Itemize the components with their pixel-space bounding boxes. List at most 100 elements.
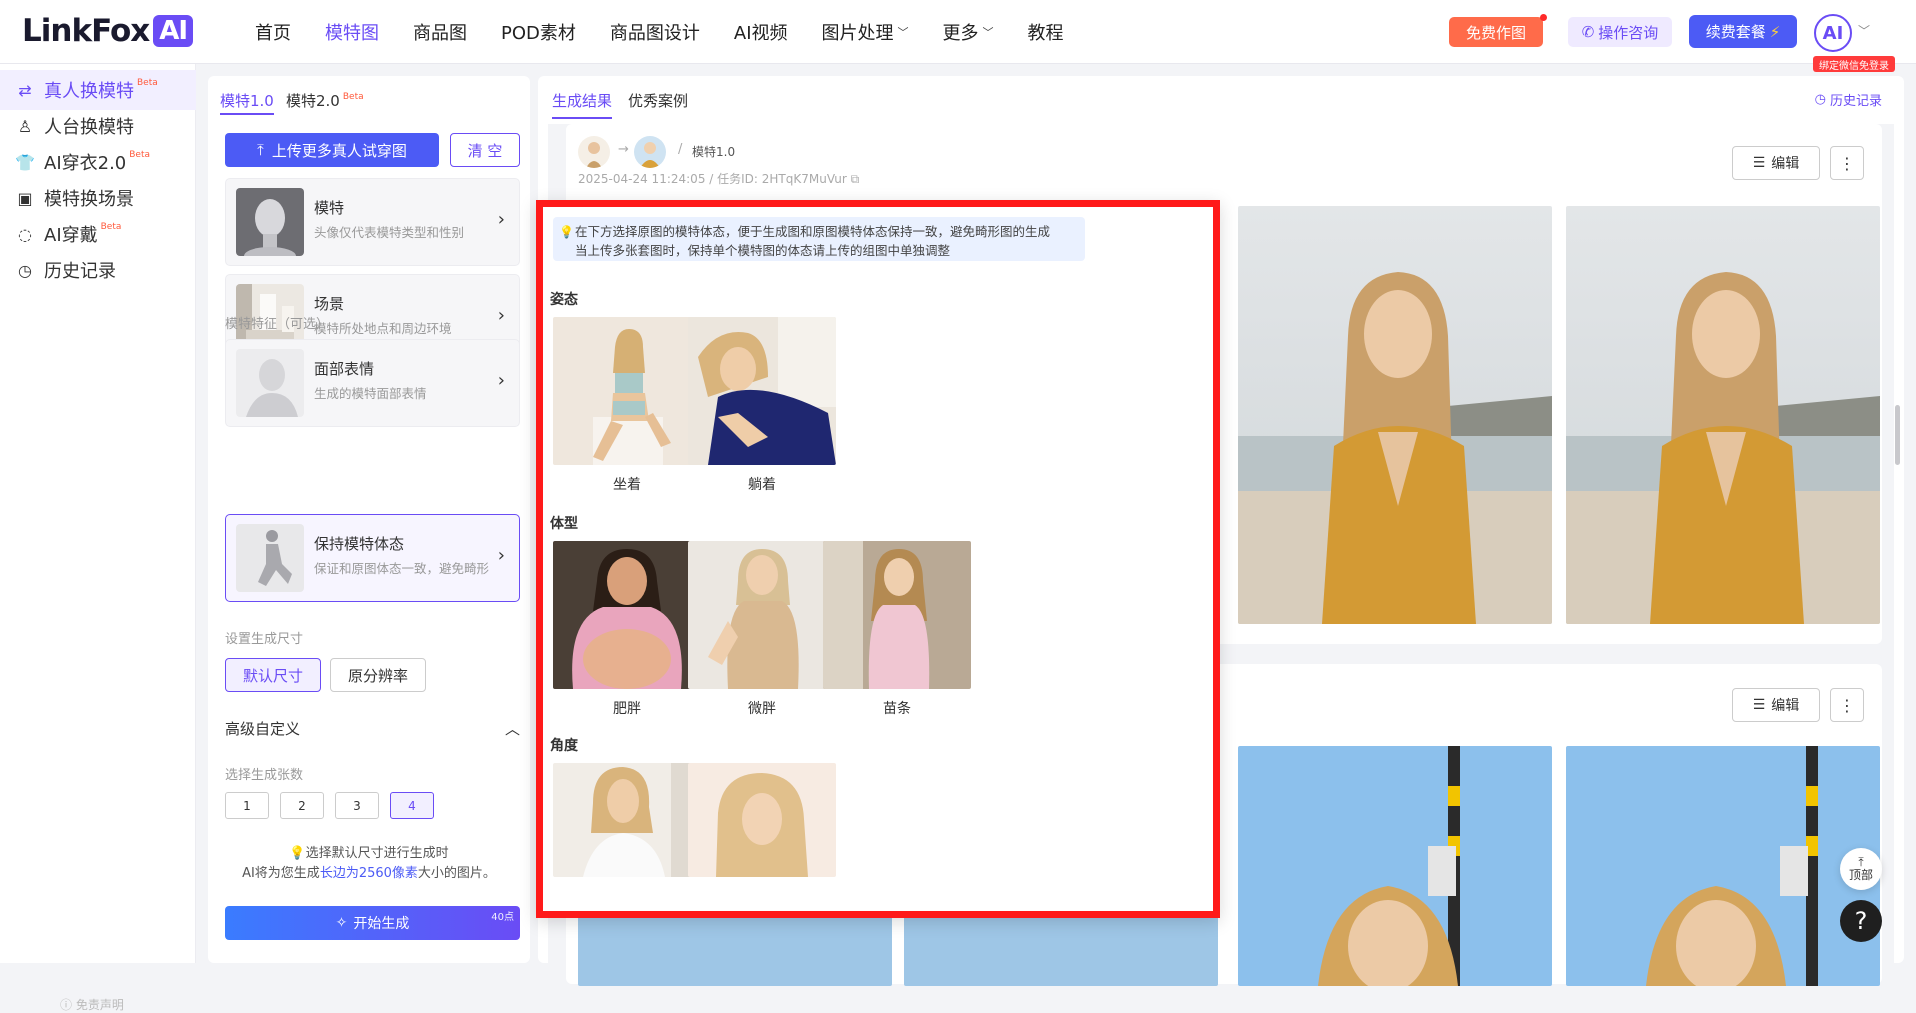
- sidebar-item-label: AI穿戴: [44, 225, 98, 246]
- consult-button[interactable]: ✆ 操作咨询: [1568, 17, 1672, 47]
- option-label: 微胖: [748, 701, 776, 717]
- logo-text: LinkFox: [22, 13, 150, 49]
- upload-more-button[interactable]: ⤒ 上传更多真人试穿图: [225, 133, 439, 167]
- nav-item-7[interactable]: 更多 ﹀: [943, 19, 994, 45]
- sliders-icon: ☰: [1752, 697, 1766, 713]
- nav-item-4[interactable]: 商品图设计: [610, 19, 700, 45]
- free-draw-button[interactable]: 免费作图: [1449, 14, 1547, 47]
- logo[interactable]: LinkFox AI: [22, 13, 194, 49]
- size-hint: 💡选择默认尺寸进行生成时: [208, 842, 530, 861]
- chevron-right-icon: ›: [497, 209, 505, 230]
- nav-item-6[interactable]: 图片处理 ﹀: [822, 19, 909, 45]
- generate-cost: 40点: [491, 912, 514, 923]
- upload-icon: ⤒: [257, 141, 264, 159]
- main-nav: 首页 模特图 商品图 POD素材 商品图设计 AI视频 图片处理 ﹀ 更多 ﹀ 教程: [255, 0, 1098, 64]
- tip-line1: 在下方选择原图的模特体态，便于生成图和原图模特体态保持一致，避免畸形图的生成: [575, 224, 1051, 239]
- clear-button[interactable]: 清 空: [450, 133, 520, 167]
- nav-item-0[interactable]: 首页: [255, 19, 291, 45]
- sidebar-item-2[interactable]: 👕 AI穿衣2.0 Beta: [0, 142, 196, 182]
- sidebar-item-3[interactable]: ▣ 模特换场景: [0, 178, 196, 218]
- count-option-1[interactable]: 1: [225, 792, 269, 819]
- sliders-icon: ☰: [1752, 155, 1766, 171]
- renew-button[interactable]: 续费套餐 ⚡: [1689, 15, 1797, 48]
- sidebar-item-5[interactable]: ◷ 历史记录: [0, 250, 196, 290]
- more-options-button[interactable]: ⋮: [1830, 688, 1864, 722]
- nav-item-3[interactable]: POD素材: [501, 19, 576, 45]
- card-model[interactable]: 模特 头像仅代表模特类型和性别 ›: [225, 178, 520, 266]
- chevron-right-icon: ›: [497, 370, 505, 391]
- count-section-label: 选择生成张数: [225, 768, 304, 783]
- nav-item-5[interactable]: AI视频: [734, 19, 788, 45]
- bind-wechat-tag[interactable]: 绑定微信免登录: [1813, 56, 1895, 72]
- sidebar-item-label: 人台换模特: [44, 117, 134, 138]
- model-version-label: 模特1.0: [692, 145, 736, 159]
- body-option-slim[interactable]: [823, 541, 971, 689]
- tab-label: 模特1.0: [220, 92, 274, 110]
- nav-label: 商品图设计: [609, 23, 700, 44]
- nav-label: 商品图: [413, 23, 467, 44]
- sidebar-item-label: 真人换模特: [44, 81, 134, 102]
- default-size-button[interactable]: 默认尺寸: [225, 658, 321, 692]
- advanced-toggle[interactable]: 高级自定义 ︿: [225, 718, 520, 739]
- copy-icon[interactable]: ⧉: [851, 172, 860, 186]
- beta-tag: Beta: [137, 78, 158, 88]
- scrollbar[interactable]: [1895, 405, 1900, 465]
- nav-item-1[interactable]: 模特图: [325, 19, 379, 45]
- more-options-button[interactable]: ⋮: [1830, 146, 1864, 180]
- chevron-right-icon: ›: [497, 305, 505, 326]
- hint-highlight: 长边为2560像素: [319, 866, 418, 881]
- result-photo[interactable]: [1566, 746, 1880, 986]
- edit-button[interactable]: ☰ 编辑: [1732, 146, 1820, 180]
- nav-item-2[interactable]: 商品图: [413, 19, 467, 45]
- body-option-obese[interactable]: [553, 541, 701, 689]
- tab-model-1[interactable]: 模特1.0: [220, 90, 274, 115]
- edit-button[interactable]: ☰ 编辑: [1732, 688, 1820, 722]
- source-thumb[interactable]: [578, 136, 610, 168]
- pose-option-lying[interactable]: [688, 317, 836, 465]
- logo-badge: AI: [153, 15, 194, 47]
- card-subtitle: 保证和原图体态一致，避免畸形: [314, 561, 490, 576]
- pose-tip: 💡 在下方选择原图的模特体态，便于生成图和原图模特体态保持一致，避免畸形图的生成…: [553, 217, 1085, 261]
- back-to-top-button[interactable]: ⤒ 顶部: [1840, 848, 1882, 890]
- result-photo[interactable]: [1566, 206, 1880, 624]
- kebab-icon: ⋮: [1839, 153, 1855, 173]
- edit-label: 编辑: [1771, 698, 1800, 714]
- count-option-4[interactable]: 4: [390, 792, 434, 819]
- edit-label: 编辑: [1771, 156, 1800, 172]
- sidebar-item-4[interactable]: ◌ AI穿戴 Beta: [0, 214, 196, 254]
- option-label: 躺着: [748, 477, 776, 493]
- card-title: 面部表情: [314, 360, 375, 378]
- count-option-3[interactable]: 3: [335, 792, 379, 819]
- tab-examples[interactable]: 优秀案例: [628, 90, 688, 111]
- count-option-2[interactable]: 2: [280, 792, 324, 819]
- original-resolution-button[interactable]: 原分辨率: [330, 658, 426, 692]
- consult-label: 操作咨询: [1598, 23, 1659, 42]
- tab-results[interactable]: 生成结果: [552, 90, 613, 119]
- target-thumb[interactable]: [634, 136, 666, 168]
- scene-icon: ▣: [17, 188, 33, 208]
- model-swap-icon: ⇄: [18, 80, 32, 100]
- history-link[interactable]: ◷ 历史记录: [1815, 90, 1882, 109]
- section-body-title: 体型: [550, 516, 578, 532]
- body-option-plump[interactable]: [688, 541, 836, 689]
- angle-option-back[interactable]: [688, 763, 836, 877]
- pose-option-sitting[interactable]: [553, 317, 701, 465]
- magic-wand-icon: ✧: [335, 915, 348, 931]
- card-facial-expression[interactable]: 面部表情 生成的模特面部表情 ›: [225, 339, 520, 427]
- angle-option-side[interactable]: [553, 763, 701, 877]
- sidebar-item-1[interactable]: ♙ 人台换模特: [0, 106, 196, 146]
- user-avatar[interactable]: AI: [1814, 14, 1852, 52]
- result-photo[interactable]: [1238, 746, 1552, 986]
- generate-button[interactable]: ✧ 开始生成 40点: [225, 906, 520, 940]
- help-button[interactable]: ?: [1840, 900, 1882, 942]
- result-photo[interactable]: [1238, 206, 1552, 624]
- nav-item-8[interactable]: 教程: [1028, 19, 1064, 45]
- tab-model-2[interactable]: 模特2.0 Beta: [286, 90, 364, 111]
- card-keep-pose[interactable]: 保持模特体态 保证和原图体态一致，避免畸形 ›: [225, 514, 520, 602]
- section-pose-title: 姿态: [550, 292, 578, 308]
- sidebar-item-0[interactable]: ⇄ 真人换模特 Beta: [0, 70, 196, 110]
- chevron-down-icon[interactable]: ﹀: [1858, 22, 1870, 39]
- shirt-icon: 👕: [15, 152, 35, 172]
- disclaimer-link[interactable]: ⓘ 免责声明: [60, 996, 124, 1013]
- beta-tag: Beta: [342, 92, 364, 102]
